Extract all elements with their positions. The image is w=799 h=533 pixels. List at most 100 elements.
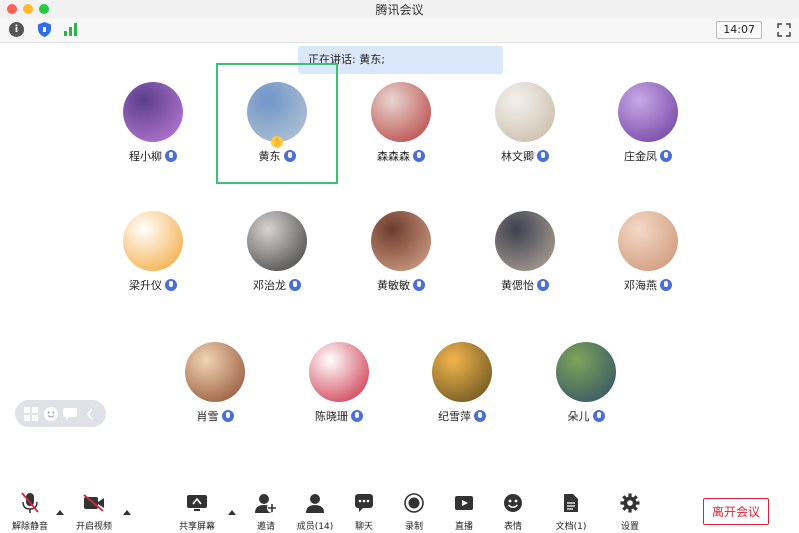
participant-name: 肖雪 (196, 410, 219, 423)
mic-icon (660, 279, 672, 291)
shield-icon[interactable] (37, 22, 52, 37)
chevron-left-icon[interactable] (83, 407, 97, 421)
participant-tile[interactable]: 林文卿 (460, 82, 590, 164)
participant-name-row: 黄敏敏 (336, 277, 466, 293)
participant-tile[interactable]: ✋ 黄东 (212, 82, 342, 164)
participant-tile[interactable]: 庄金凤 (583, 82, 713, 164)
window-title: 腾讯会议 (375, 3, 424, 17)
settings-button[interactable]: 设置 (600, 492, 660, 532)
chat-icon[interactable] (63, 407, 78, 421)
participant-name: 森森森 (377, 150, 410, 163)
meeting-clock: 14:07 (716, 21, 762, 39)
participant-tile[interactable]: 邓治龙 (212, 211, 342, 293)
participant-name-row: 邓海燕 (583, 277, 713, 293)
mic-off-icon (19, 492, 41, 514)
grid-icon[interactable] (23, 406, 38, 421)
mic-icon (165, 279, 177, 291)
participant-name: 黄偲怡 (501, 279, 534, 292)
invite-icon (255, 492, 277, 514)
info-icon[interactable]: i (9, 22, 24, 37)
participant-tile[interactable]: 黄偲怡 (460, 211, 590, 293)
participant-name: 朵儿 (567, 410, 590, 423)
participant-tile[interactable]: 黄敏敏 (336, 211, 466, 293)
participant-name: 梁升仪 (129, 279, 162, 292)
meeting-toolbar: 解除静音 开启视频 共享屏幕 邀请 成员(14) 聊天 录制 直播 表情 文档(… (0, 490, 799, 533)
participant-tile[interactable]: 肖雪 (150, 342, 280, 424)
leave-meeting-button[interactable]: 离开会议 (703, 498, 769, 525)
participant-name-row: 梁升仪 (88, 277, 218, 293)
participant-name-row: 邓治龙 (212, 277, 342, 293)
signal-icon[interactable] (63, 22, 78, 37)
participant-name: 邓海燕 (624, 279, 657, 292)
participant-tile[interactable]: 森森森 (336, 82, 466, 164)
participant-name: 邓治龙 (253, 279, 286, 292)
participant-name-row: 森森森 (336, 148, 466, 164)
participant-name: 林文卿 (501, 150, 534, 163)
participant-tile[interactable]: 朵儿 (521, 342, 651, 424)
participant-tile[interactable]: 邓海燕 (583, 211, 713, 293)
emoji-icon[interactable] (43, 406, 58, 421)
floating-view-bar[interactable] (15, 400, 106, 427)
reactions-button[interactable]: 表情 (483, 492, 543, 532)
audio-options-caret[interactable] (56, 510, 64, 515)
mic-icon (660, 150, 672, 162)
raise-hand-icon: ✋ (271, 136, 283, 148)
unmute-button[interactable]: 解除静音 (0, 492, 60, 532)
participant-name-row: 林文卿 (460, 148, 590, 164)
meeting-status-bar: i 14:07 (0, 18, 799, 43)
participant-name-row: 肖雪 (150, 408, 280, 424)
documents-label: 文档(1) (555, 522, 587, 532)
participant-tile[interactable]: 梁升仪 (88, 211, 218, 293)
avatar (123, 82, 183, 142)
video-options-caret[interactable] (123, 510, 131, 515)
avatar (556, 342, 616, 402)
share-options-caret[interactable] (228, 510, 236, 515)
avatar (495, 82, 555, 142)
participant-name-row: 庄金凤 (583, 148, 713, 164)
settings-label: 设置 (620, 522, 639, 532)
record-icon (403, 492, 425, 514)
mic-icon (413, 150, 425, 162)
participant-name: 程小柳 (129, 150, 162, 163)
mic-icon (592, 410, 605, 422)
members-icon (304, 492, 326, 514)
mic-icon (413, 279, 425, 291)
participant-name-row: 黄偲怡 (460, 277, 590, 293)
mic-icon (221, 410, 234, 422)
fullscreen-icon[interactable] (777, 22, 791, 37)
unmute-label: 解除静音 (11, 522, 48, 532)
avatar (495, 211, 555, 271)
emoji-icon (502, 492, 524, 514)
avatar (309, 342, 369, 402)
participant-tile[interactable]: 纪雪萍 (397, 342, 527, 424)
mic-icon (283, 150, 296, 162)
document-icon (560, 492, 582, 514)
avatar (618, 82, 678, 142)
reactions-label: 表情 (503, 522, 522, 532)
participant-name-row: 朵儿 (521, 408, 651, 424)
mic-icon (289, 279, 301, 291)
mic-icon (537, 279, 549, 291)
participant-name: 黄敏敏 (377, 279, 410, 292)
start-video-button[interactable]: 开启视频 (64, 492, 124, 532)
participant-tile[interactable]: 陈晓珊 (274, 342, 404, 424)
title-bar: 腾讯会议 (0, 0, 799, 18)
avatar (123, 211, 183, 271)
documents-button[interactable]: 文档(1) (541, 492, 601, 532)
mic-icon (351, 410, 363, 422)
participant-name: 陈晓珊 (315, 410, 348, 423)
participant-tile[interactable]: 程小柳 (88, 82, 218, 164)
participant-name: 纪雪萍 (438, 410, 471, 423)
share-screen-button[interactable]: 共享屏幕 (167, 492, 227, 532)
live-icon (453, 492, 475, 514)
start-video-label: 开启视频 (75, 522, 112, 532)
participant-name-row: 黄东 (212, 148, 342, 164)
avatar (371, 211, 431, 271)
participant-name-row: 纪雪萍 (397, 408, 527, 424)
gear-icon (619, 492, 641, 514)
mic-icon (474, 410, 486, 422)
avatar (185, 342, 245, 402)
participant-name-row: 陈晓珊 (274, 408, 404, 424)
participant-name-row: 程小柳 (88, 148, 218, 164)
avatar (618, 211, 678, 271)
